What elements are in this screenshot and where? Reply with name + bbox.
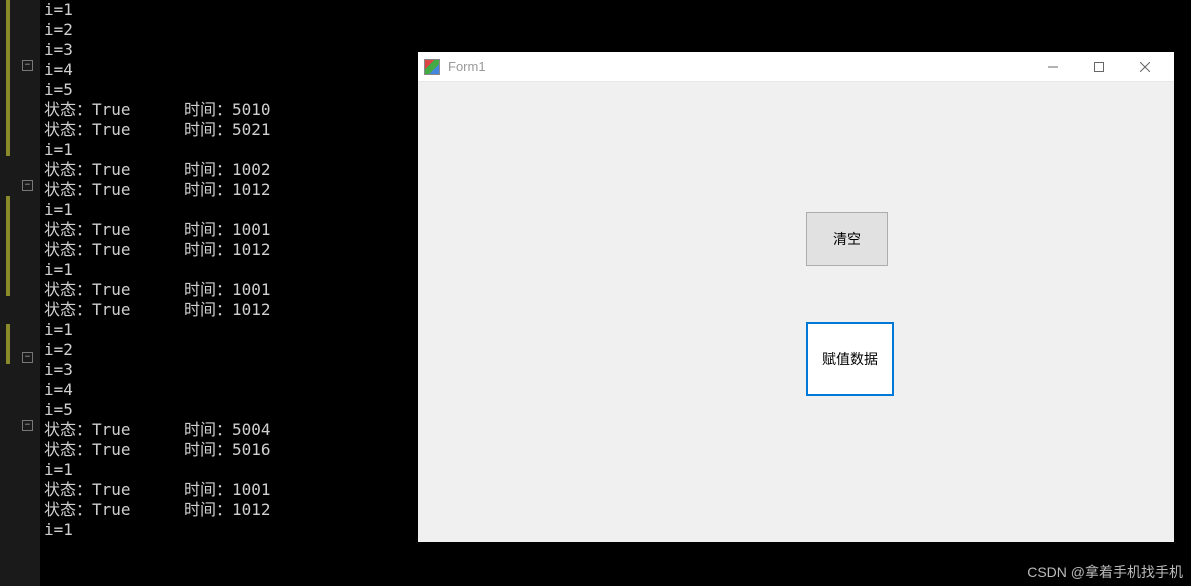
editor-gutter: − − − − — [0, 0, 40, 586]
fold-toggle-icon[interactable]: − — [22, 352, 33, 363]
console-line: i=1 — [44, 260, 271, 280]
console-line: i=1 — [44, 460, 271, 480]
status-text: 状态：True — [44, 240, 184, 260]
app-icon — [424, 59, 440, 75]
console-line: 状态：True时间：5010 — [44, 100, 271, 120]
console-line: i=1 — [44, 0, 271, 20]
form-body: 清空 赋值数据 — [418, 82, 1174, 542]
window-title: Form1 — [448, 59, 1030, 74]
console-line: i=4 — [44, 380, 271, 400]
status-text: 状态：True — [44, 220, 184, 240]
time-text: 时间：1012 — [184, 180, 271, 200]
console-line: 状态：True时间：1002 — [44, 160, 271, 180]
console-line: i=2 — [44, 340, 271, 360]
console-line: i=4 — [44, 60, 271, 80]
time-text: 时间：5004 — [184, 420, 271, 440]
change-marker — [6, 196, 10, 296]
console-line: 状态：True时间：1012 — [44, 300, 271, 320]
titlebar[interactable]: Form1 — [418, 52, 1174, 82]
console-line: i=1 — [44, 140, 271, 160]
status-text: 状态：True — [44, 180, 184, 200]
close-button[interactable] — [1122, 52, 1168, 82]
time-text: 时间：1001 — [184, 220, 271, 240]
time-text: 时间：5016 — [184, 440, 271, 460]
time-text: 时间：5010 — [184, 100, 271, 120]
assign-data-button[interactable]: 赋值数据 — [806, 322, 894, 396]
console-line: 状态：True时间：1012 — [44, 180, 271, 200]
console-line: i=5 — [44, 80, 271, 100]
status-text: 状态：True — [44, 420, 184, 440]
time-text: 时间：1012 — [184, 500, 271, 520]
status-text: 状态：True — [44, 480, 184, 500]
fold-toggle-icon[interactable]: − — [22, 420, 33, 431]
change-marker — [6, 0, 10, 156]
status-text: 状态：True — [44, 280, 184, 300]
minimize-button[interactable] — [1030, 52, 1076, 82]
clear-button[interactable]: 清空 — [806, 212, 888, 266]
change-marker — [6, 324, 10, 364]
console-line: i=1 — [44, 200, 271, 220]
console-line: 状态：True时间：5004 — [44, 420, 271, 440]
console-line: i=1 — [44, 520, 271, 540]
console-line: 状态：True时间：1001 — [44, 480, 271, 500]
console-line: 状态：True时间：1001 — [44, 220, 271, 240]
status-text: 状态：True — [44, 100, 184, 120]
console-line: 状态：True时间：1012 — [44, 240, 271, 260]
console-line: 状态：True时间：1001 — [44, 280, 271, 300]
time-text: 时间：1002 — [184, 160, 271, 180]
console-line: i=5 — [44, 400, 271, 420]
console-line: 状态：True时间：5021 — [44, 120, 271, 140]
status-text: 状态：True — [44, 440, 184, 460]
maximize-button[interactable] — [1076, 52, 1122, 82]
console-line: 状态：True时间：5016 — [44, 440, 271, 460]
time-text: 时间：1001 — [184, 280, 271, 300]
console-line: i=3 — [44, 40, 271, 60]
time-text: 时间：1012 — [184, 300, 271, 320]
debug-output-console: i=1i=2i=3i=4i=5状态：True时间：5010状态：True时间：5… — [44, 0, 271, 540]
console-line: i=3 — [44, 360, 271, 380]
console-line: i=1 — [44, 320, 271, 340]
status-text: 状态：True — [44, 160, 184, 180]
status-text: 状态：True — [44, 300, 184, 320]
time-text: 时间：1012 — [184, 240, 271, 260]
fold-toggle-icon[interactable]: − — [22, 60, 33, 71]
status-text: 状态：True — [44, 120, 184, 140]
time-text: 时间：5021 — [184, 120, 271, 140]
watermark: CSDN @拿着手机找手机 — [1027, 562, 1183, 582]
time-text: 时间：1001 — [184, 480, 271, 500]
status-text: 状态：True — [44, 500, 184, 520]
console-line: 状态：True时间：1012 — [44, 500, 271, 520]
fold-toggle-icon[interactable]: − — [22, 180, 33, 191]
console-line: i=2 — [44, 20, 271, 40]
form1-window: Form1 清空 赋值数据 — [418, 52, 1174, 542]
